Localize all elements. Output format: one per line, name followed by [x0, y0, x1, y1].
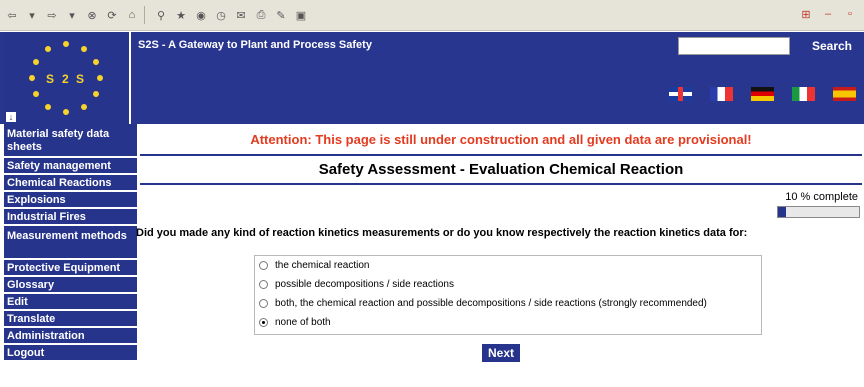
option-label: possible decompositions / side reactions — [275, 279, 454, 290]
sidebar-item-protective-equipment[interactable]: Protective Equipment — [4, 260, 137, 277]
divider — [140, 183, 862, 185]
forward-icon[interactable]: ⇨ — [44, 7, 60, 23]
option-row[interactable]: none of both — [255, 313, 761, 332]
sidebar-item-measurement-methods[interactable]: Measurement methods — [4, 226, 137, 260]
site-header: S 2 S ↓ S2S - A Gateway to Plant and Pro… — [0, 32, 864, 146]
history-icon[interactable]: ◷ — [213, 7, 229, 23]
divider — [140, 154, 862, 156]
sidebar-item-safety-management[interactable]: Safety management — [4, 158, 137, 175]
sidebar-item-edit[interactable]: Edit — [4, 294, 137, 311]
sidebar-item-explosions[interactable]: Explosions — [4, 192, 137, 209]
question-text: Did you made any kind of reaction kineti… — [136, 227, 748, 239]
france-flag-icon[interactable] — [710, 87, 733, 101]
sidebar-item-industrial-fires[interactable]: Industrial Fires — [4, 209, 137, 226]
back-icon[interactable]: ⇦ — [4, 7, 20, 23]
sidebar: Material safety data sheets Safety manag… — [4, 124, 137, 362]
answer-options: the chemical reaction possible decomposi… — [254, 255, 762, 335]
search-icon[interactable]: ⚲ — [153, 7, 169, 23]
radio-button[interactable] — [259, 318, 268, 327]
svg-text:S: S — [76, 72, 84, 86]
stop-icon[interactable]: ⊗ — [84, 7, 100, 23]
sidebar-item-logout[interactable]: Logout — [4, 345, 137, 362]
dropdown-icon[interactable]: ▾ — [64, 7, 80, 23]
media-icon[interactable]: ◉ — [193, 7, 209, 23]
toolbar-divider — [144, 6, 145, 24]
progress-bar — [777, 206, 860, 218]
sidebar-item-glossary[interactable]: Glossary — [4, 277, 137, 294]
minimize-icon[interactable]: – — [820, 7, 836, 21]
sidebar-item-material-safety-data-sheets[interactable]: Material safety data sheets — [4, 124, 137, 158]
site-title: S2S - A Gateway to Plant and Process Saf… — [138, 39, 372, 51]
sidebar-item-chemical-reactions[interactable]: Chemical Reactions — [4, 175, 137, 192]
favorites-icon[interactable]: ★ — [173, 7, 189, 23]
option-row[interactable]: both, the chemical reaction and possible… — [255, 294, 761, 313]
windows-logo-icon: ⊞ — [801, 8, 811, 21]
germany-flag-icon[interactable] — [751, 87, 774, 101]
eu-stars-icon: S 2 S — [29, 41, 103, 115]
uk-flag-icon[interactable] — [669, 87, 692, 101]
radio-button[interactable] — [259, 280, 268, 289]
radio-button[interactable] — [259, 261, 268, 270]
browser-toolbar: ⇦ ▾ ⇨ ▾ ⊗ ⟳ ⌂ ⚲ ★ ◉ ◷ ✉ ⎙ ✎ ▣ ⊞ – ▫ — [0, 0, 864, 31]
refresh-icon[interactable]: ⟳ — [104, 7, 120, 23]
sidebar-item-translate[interactable]: Translate — [4, 311, 137, 328]
option-row[interactable]: possible decompositions / side reactions — [255, 275, 761, 294]
sidebar-item-administration[interactable]: Administration — [4, 328, 137, 345]
attention-notice: Attention: This page is still under cons… — [250, 132, 752, 147]
down-arrow-icon[interactable]: ↓ — [6, 112, 16, 122]
spain-flag-icon[interactable] — [833, 87, 856, 101]
mail-icon[interactable]: ✉ — [233, 7, 249, 23]
page-title: Safety Assessment - Evaluation Chemical … — [318, 161, 684, 178]
radio-button[interactable] — [259, 299, 268, 308]
progress-fill — [778, 207, 787, 217]
svg-text:2: 2 — [62, 72, 69, 86]
edit-icon[interactable]: ✎ — [273, 7, 289, 23]
print-icon[interactable]: ⎙ — [253, 7, 269, 23]
option-label: both, the chemical reaction and possible… — [275, 298, 707, 309]
option-label: the chemical reaction — [275, 260, 370, 271]
option-row[interactable]: the chemical reaction — [255, 256, 761, 275]
italy-flag-icon[interactable] — [792, 87, 815, 101]
next-button[interactable]: Next — [482, 344, 520, 362]
maximize-icon[interactable]: ▫ — [842, 7, 858, 21]
language-flags — [669, 87, 856, 101]
discuss-icon[interactable]: ▣ — [293, 7, 309, 23]
search-input[interactable] — [678, 37, 790, 55]
search-button[interactable]: Search — [792, 37, 852, 55]
svg-text:S: S — [46, 72, 54, 86]
dropdown-icon[interactable]: ▾ — [24, 7, 40, 23]
option-label: none of both — [275, 317, 331, 328]
s2s-logo[interactable]: S 2 S ↓ — [4, 32, 131, 124]
progress-label: 10 % complete — [785, 191, 858, 203]
home-icon[interactable]: ⌂ — [124, 7, 140, 23]
